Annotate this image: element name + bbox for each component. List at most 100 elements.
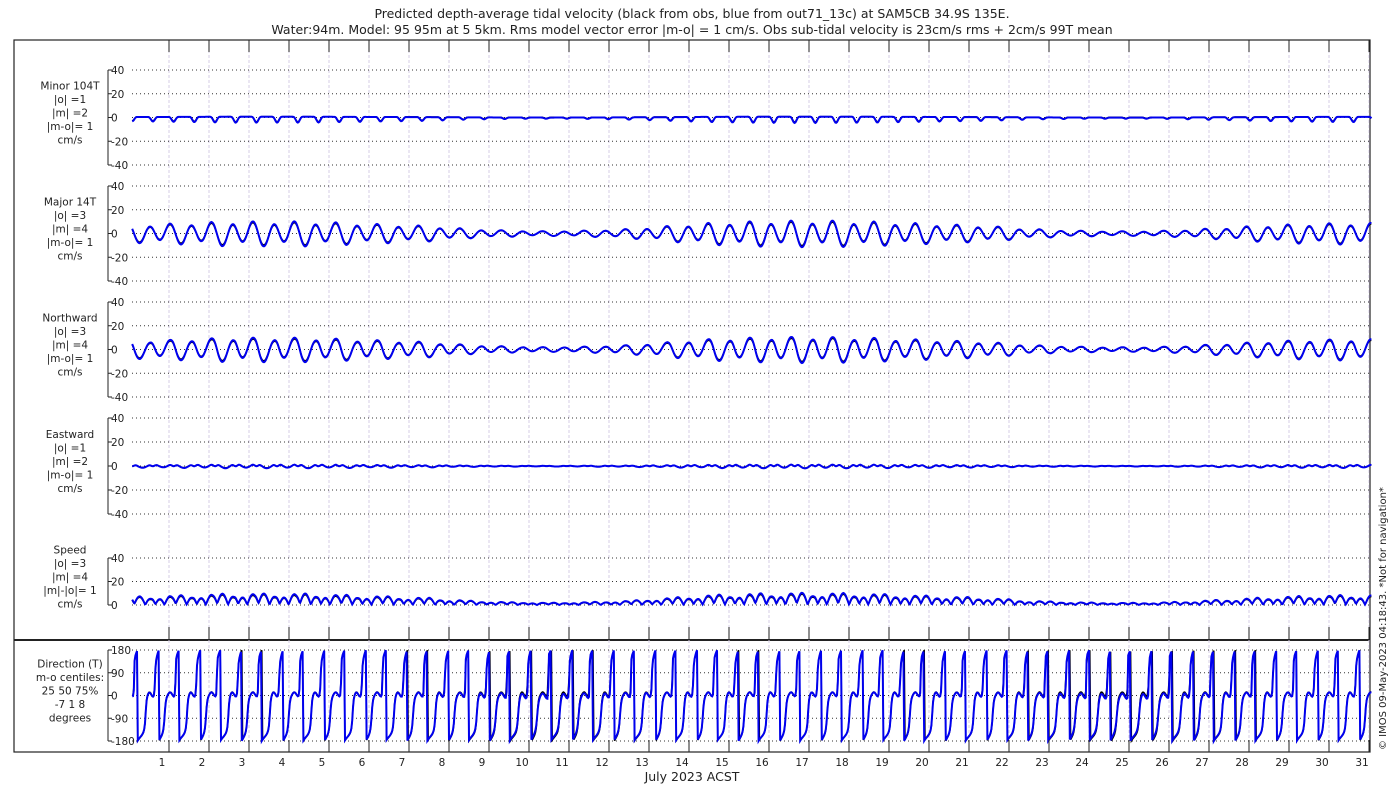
y-tick-label: 0 (111, 461, 118, 473)
panel-label-line: |m-o|= 1 (47, 470, 94, 482)
x-tick-label: 10 (515, 757, 528, 769)
x-tick-label: 4 (279, 757, 286, 769)
x-axis-label: July 2023 ACST (644, 769, 740, 784)
panel-label-line: |m-o|= 1 (47, 353, 94, 365)
east-model-line (132, 463, 1372, 470)
y-tick-label: 40 (111, 181, 124, 193)
y-tick-label: 40 (111, 297, 124, 309)
y-tick-label: -20 (111, 136, 128, 148)
x-tick-label: 1 (159, 757, 166, 769)
y-tick-label: 20 (111, 577, 124, 589)
panel-label-line: Direction (T) (37, 659, 102, 671)
x-tick-label: 22 (995, 757, 1008, 769)
panel-label-line: degrees (49, 713, 91, 725)
x-tick-label: 21 (955, 757, 968, 769)
panel-label-line: |o| =1 (54, 443, 86, 455)
y-tick-label: 0 (111, 600, 118, 612)
y-tick-label: 20 (111, 437, 124, 449)
panel-label-line: |o| =1 (54, 94, 86, 106)
y-tick-label: 0 (111, 691, 118, 703)
panel-label-line: |m-o|= 1 (47, 237, 94, 249)
x-tick-label: 14 (675, 757, 689, 769)
panel-label-line: Major 14T (44, 197, 97, 209)
y-tick-label: 0 (111, 229, 118, 241)
x-tick-label: 19 (875, 757, 888, 769)
x-tick-label: 18 (835, 757, 848, 769)
x-tick-label: 15 (715, 757, 728, 769)
x-tick-label: 8 (439, 757, 446, 769)
panel-label-line: Minor 104T (40, 81, 100, 93)
panel-minor: Minor 104T|o| =1 |m| =2|m-o|= 1 cm/s 40 20 0 -… (40, 65, 1373, 172)
panel-label-line: -7 1 8 (55, 699, 86, 711)
x-tick-label: 23 (1035, 757, 1048, 769)
day-gridlines (168, 40, 1370, 752)
speed-model-line (131, 591, 1372, 607)
x-tick-label: 16 (755, 757, 769, 769)
panel-label-line: |m| =4 (52, 340, 88, 352)
x-tick-label: 11 (555, 757, 568, 769)
y-tick-label: 20 (111, 89, 124, 101)
y-tick-label: -90 (111, 713, 128, 725)
x-tick-label: 17 (795, 757, 808, 769)
y-tick-label: -20 (111, 485, 128, 497)
x-tick-label: 31 (1355, 757, 1368, 769)
y-tick-label: -40 (111, 392, 128, 404)
panel-speed: Speed|o| =3 |m| =4|m|-|o|= 1 cm/s 40 20 0 (43, 545, 1372, 612)
y-tick-label: 40 (111, 65, 124, 77)
x-tick-label: 24 (1075, 757, 1089, 769)
y-tick-label: 0 (111, 345, 118, 357)
panel-label-line: Speed (54, 545, 87, 557)
x-tick-label: 26 (1155, 757, 1169, 769)
x-tick-label: 27 (1195, 757, 1208, 769)
panel-label-line: cm/s (57, 599, 82, 611)
panel-label-line: cm/s (57, 251, 82, 263)
panel-label-line: |m| =4 (52, 224, 88, 236)
panel-label-line: m-o centiles: (36, 672, 104, 684)
tidal-velocity-chart: Predicted depth-average tidal velocity (… (13, 6, 1389, 784)
y-tick-label: -40 (111, 509, 128, 521)
x-axis-ticks: 1 2 3 4 5 6 7 8 9 10 11 12 13 14 15 16 17 18 19 20 21 22 23 24 2… (159, 40, 1370, 769)
y-tick-label: -180 (111, 736, 135, 748)
panel-label-line: |o| =3 (54, 326, 86, 338)
panel-label-line: |m|-|o|= 1 (43, 585, 96, 597)
panel-label-line: cm/s (57, 367, 82, 379)
panel-east: Eastward |o| =1|m| =2 |m-o|= 1cm/s 40 20 0 -20… (46, 413, 1372, 521)
x-tick-label: 30 (1315, 757, 1328, 769)
panel-label-line: cm/s (57, 135, 82, 147)
panel-label-line: cm/s (57, 483, 82, 495)
panels: Minor 104T|o| =1|m| =2|m-o|= 1cm/s40200-… (36, 65, 1373, 748)
panel-label-line: |o| =3 (54, 210, 86, 222)
panel-north: Northward|o| =3 |m| =4|m-o|= 1 cm/s 40 20 0 -2… (42, 297, 1372, 404)
panel-label-line: |m| =2 (52, 456, 88, 468)
x-tick-label: 7 (399, 757, 406, 769)
x-tick-label: 5 (319, 757, 326, 769)
y-tick-label: -20 (111, 368, 128, 380)
panel-major: Major 14T|o| =3 |m| =4|m-o|= 1 cm/s 40 20 0 -2… (44, 181, 1372, 288)
chart-title-line1: Predicted depth-average tidal velocity (… (374, 6, 1009, 21)
y-tick-label: 40 (111, 553, 124, 565)
x-tick-label: 28 (1235, 757, 1248, 769)
panel-label-line: |m-o|= 1 (47, 121, 94, 133)
x-tick-label: 9 (479, 757, 486, 769)
panel-label-line: 25 50 75% (42, 686, 99, 698)
x-tick-label: 3 (239, 757, 246, 769)
plot-frame (13, 39, 1371, 753)
x-tick-label: 20 (915, 757, 928, 769)
y-tick-label: 20 (111, 321, 124, 333)
north-model-line (131, 335, 1372, 365)
major-model-line (131, 219, 1372, 249)
direction-model-line (131, 649, 1372, 745)
panel-label-line: Northward (42, 313, 97, 325)
panel-label-line: |m| =4 (52, 572, 88, 584)
y-tick-label: 90 (111, 668, 124, 680)
y-tick-label: 20 (111, 205, 124, 217)
panel-label-line: |m| =2 (52, 108, 88, 120)
y-tick-label: 0 (111, 113, 118, 125)
panel-label-line: |o| =3 (54, 558, 86, 570)
chart-title-line2: Water:94m. Model: 95 95m at 5 5km. Rms m… (271, 22, 1112, 37)
x-tick-label: 13 (635, 757, 648, 769)
y-tick-label: -40 (111, 160, 128, 172)
y-tick-label: 180 (111, 645, 131, 657)
x-tick-label: 25 (1115, 757, 1128, 769)
x-tick-label: 29 (1275, 757, 1288, 769)
